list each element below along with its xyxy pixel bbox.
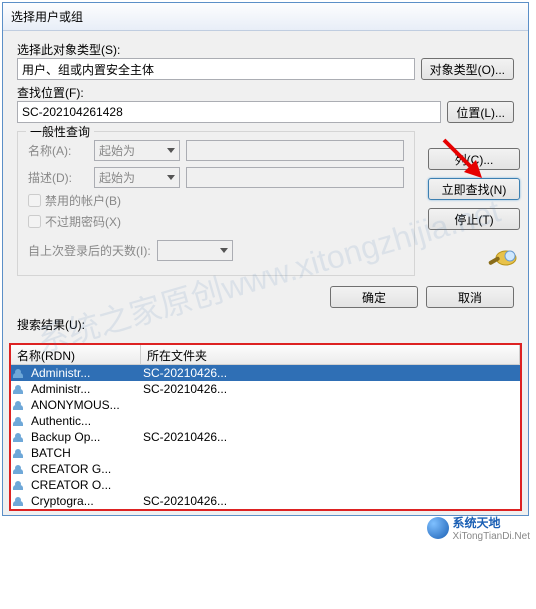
dialog-buttons: 确定 取消 — [17, 286, 514, 308]
object-type-field[interactable]: 用户、组或内置安全主体 — [17, 58, 415, 80]
listview-header[interactable]: 名称(RDN) 所在文件夹 — [11, 345, 520, 365]
object-type-label: 选择此对象类型(S): — [17, 41, 514, 58]
results-label: 搜索结果(U): — [17, 316, 514, 333]
dialog-window: 选择用户或组 选择此对象类型(S): 用户、组或内置安全主体 对象类型(O)..… — [2, 2, 529, 516]
brand-name: 系统天地 — [453, 514, 530, 531]
dialog-content: 选择此对象类型(S): 用户、组或内置安全主体 对象类型(O)... 查找位置(… — [3, 31, 528, 341]
location-label: 查找位置(F): — [17, 84, 514, 101]
user-group-icon — [13, 414, 29, 428]
table-row[interactable]: CREATOR G... — [11, 461, 520, 477]
desc-op-select[interactable]: 起始为 — [94, 167, 180, 188]
right-button-column: 列(C)... 立即查找(N) 停止(T) — [428, 148, 520, 272]
cell-folder: SC-20210426... — [143, 366, 518, 380]
table-row[interactable]: CREATOR O... — [11, 477, 520, 493]
cell-folder: SC-20210426... — [143, 494, 518, 508]
table-row[interactable]: Administr...SC-20210426... — [11, 365, 520, 381]
cell-name: Authentic... — [31, 414, 143, 428]
cell-name: Backup Op... — [31, 430, 143, 444]
desc-label: 描述(D): — [28, 169, 88, 186]
table-row[interactable]: Authentic... — [11, 413, 520, 429]
title-bar[interactable]: 选择用户或组 — [3, 3, 528, 31]
user-group-icon — [13, 366, 29, 380]
listview-body[interactable]: Administr...SC-20210426...Administr...SC… — [11, 365, 520, 509]
cell-name: BATCH — [31, 446, 143, 460]
window-title: 选择用户或组 — [11, 8, 83, 25]
disabled-accounts-check[interactable]: 禁用的帐户(B) — [28, 192, 404, 209]
brand-icon — [427, 517, 449, 539]
user-group-icon — [13, 494, 29, 508]
cell-folder: SC-20210426... — [143, 430, 518, 444]
location-value: SC-202104261428 — [22, 105, 123, 119]
user-group-icon — [13, 478, 29, 492]
cell-name: ANONYMOUS... — [31, 398, 143, 412]
days-label: 自上次登录后的天数(I): — [28, 242, 151, 259]
cancel-button[interactable]: 取消 — [426, 286, 514, 308]
table-row[interactable]: BATCH — [11, 445, 520, 461]
ok-button[interactable]: 确定 — [330, 286, 418, 308]
cell-name: Cryptogra... — [31, 494, 143, 508]
find-now-button[interactable]: 立即查找(N) — [428, 178, 520, 200]
cell-name: CREATOR G... — [31, 462, 143, 476]
table-row[interactable]: Cryptogra...SC-20210426... — [11, 493, 520, 509]
columns-button[interactable]: 列(C)... — [428, 148, 520, 170]
user-group-icon — [13, 462, 29, 476]
user-group-icon — [13, 430, 29, 444]
desc-input[interactable] — [186, 167, 404, 188]
cell-folder: SC-20210426... — [143, 382, 518, 396]
table-row[interactable]: ANONYMOUS... — [11, 397, 520, 413]
brand-url: XiTongTianDi.Net — [453, 531, 530, 542]
col-folder[interactable]: 所在文件夹 — [141, 345, 520, 364]
cell-name: CREATOR O... — [31, 478, 143, 492]
name-op-select[interactable]: 起始为 — [94, 140, 180, 161]
cell-name: Administr... — [31, 366, 143, 380]
user-group-icon — [13, 398, 29, 412]
object-types-button[interactable]: 对象类型(O)... — [421, 58, 514, 80]
disabled-accounts-checkbox[interactable] — [28, 194, 41, 207]
group-legend: 一般性查询 — [26, 123, 94, 140]
col-name[interactable]: 名称(RDN) — [11, 345, 141, 364]
no-expire-check[interactable]: 不过期密码(X) — [28, 213, 404, 230]
common-queries-group: 一般性查询 名称(A): 起始为 描述(D): 起始为 禁用的帐户(B) 不过期… — [17, 131, 415, 276]
no-expire-checkbox[interactable] — [28, 215, 41, 228]
user-group-icon — [13, 446, 29, 460]
cell-name: Administr... — [31, 382, 143, 396]
user-group-icon — [13, 382, 29, 396]
stop-button[interactable]: 停止(T) — [428, 208, 520, 230]
table-row[interactable]: Backup Op...SC-20210426... — [11, 429, 520, 445]
find-icon — [484, 244, 520, 272]
locations-button[interactable]: 位置(L)... — [447, 101, 514, 123]
days-select[interactable] — [157, 240, 233, 261]
brand-badge: 系统天地 XiTongTianDi.Net — [427, 514, 530, 542]
object-type-value: 用户、组或内置安全主体 — [22, 61, 154, 78]
name-input[interactable] — [186, 140, 404, 161]
name-label: 名称(A): — [28, 142, 88, 159]
results-listview[interactable]: 名称(RDN) 所在文件夹 Administr...SC-20210426...… — [9, 343, 522, 511]
table-row[interactable]: Administr...SC-20210426... — [11, 381, 520, 397]
location-field[interactable]: SC-202104261428 — [17, 101, 441, 123]
